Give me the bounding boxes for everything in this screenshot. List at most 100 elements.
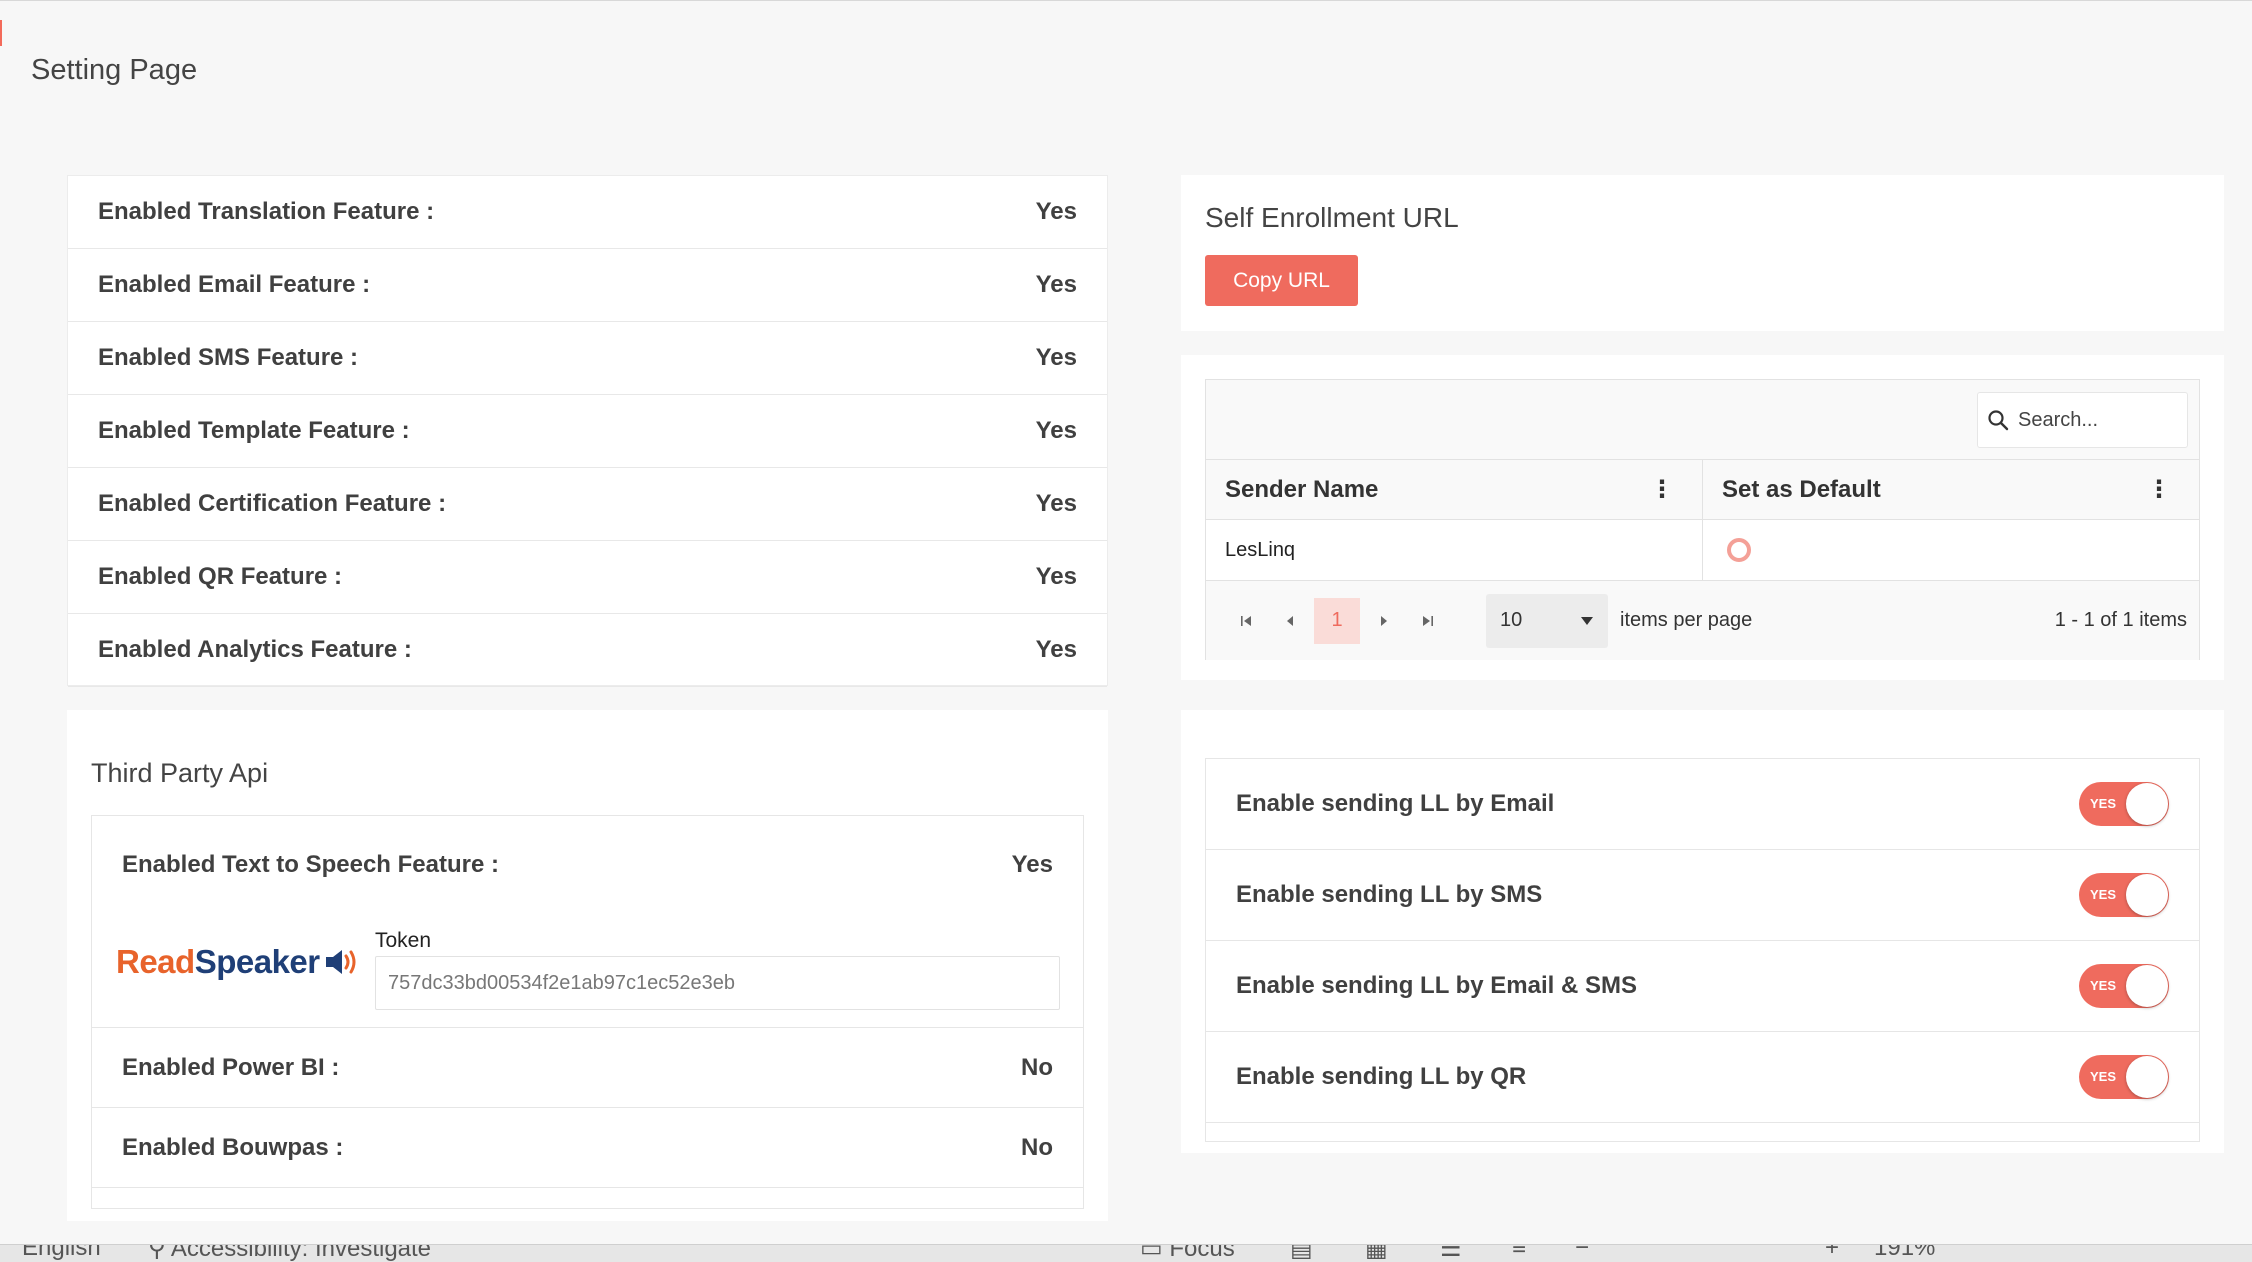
sender-grid: Sender Name ⋮ Set as Default ⋮ LesLinq bbox=[1205, 379, 2200, 660]
search-input[interactable] bbox=[2018, 408, 2178, 432]
first-page-icon[interactable] bbox=[1224, 599, 1268, 643]
last-page-icon[interactable] bbox=[1406, 599, 1450, 643]
tts-label: Enabled Text to Speech Feature : bbox=[122, 851, 499, 878]
feature-row-translation: Enabled Translation Feature : Yes bbox=[68, 176, 1107, 249]
accent-marker bbox=[0, 20, 2, 46]
features-card: Enabled Translation Feature : Yes Enable… bbox=[67, 175, 1108, 687]
bouwpas-row: Enabled Bouwpas : No bbox=[92, 1108, 1083, 1188]
focus-icon: ▭ bbox=[1140, 1244, 1170, 1262]
previous-page-icon[interactable] bbox=[1268, 599, 1312, 643]
third-party-title: Third Party Api bbox=[91, 758, 269, 788]
token-label: Token bbox=[375, 929, 432, 952]
feature-label: Enabled SMS Feature : bbox=[98, 344, 359, 371]
settings-page: Setting Page Enabled Translation Feature… bbox=[0, 0, 2252, 1262]
feature-value: Yes bbox=[1035, 563, 1077, 590]
column-menu-icon[interactable]: ⋮ bbox=[2147, 477, 2171, 502]
power-bi-label: Enabled Power BI : bbox=[122, 1053, 340, 1081]
feature-row-email: Enabled Email Feature : Yes bbox=[68, 249, 1107, 322]
sending-options-card: Enable sending LL by Email YES Enable se… bbox=[1181, 710, 2224, 1153]
status-accessibility[interactable]: ⚲ Accessibility: Investigate bbox=[148, 1244, 431, 1262]
toggle-row-qr: Enable sending LL by QR YES bbox=[1206, 1032, 2199, 1123]
feature-label: Enabled Analytics Feature : bbox=[98, 636, 412, 663]
feature-label: Enabled Translation Feature : bbox=[98, 198, 435, 225]
self-enrollment-title: Self Enrollment URL bbox=[1205, 202, 1459, 233]
page-size-select[interactable]: 10 bbox=[1486, 593, 1608, 648]
search-box bbox=[1977, 392, 2188, 448]
feature-value: Yes bbox=[1035, 344, 1077, 371]
toggle-row-email-sms: Enable sending LL by Email & SMS YES bbox=[1206, 941, 2199, 1032]
feature-value: Yes bbox=[1035, 198, 1077, 225]
bouwpas-value: No bbox=[1021, 1133, 1053, 1161]
third-party-panel: Enabled Text to Speech Feature : Yes Rea… bbox=[91, 815, 1084, 1209]
feature-label: Enabled Template Feature : bbox=[98, 417, 410, 444]
grid-toolbar bbox=[1206, 380, 2199, 460]
status-language[interactable]: English bbox=[22, 1245, 101, 1262]
zoom-out-icon[interactable]: − bbox=[1575, 1245, 1589, 1262]
toggle-label: Enable sending LL by Email bbox=[1236, 790, 1555, 817]
third-party-card: Third Party Api Enabled Text to Speech F… bbox=[67, 710, 1108, 1221]
readspeaker-logo: Read Speaker bbox=[116, 943, 360, 981]
toggle-knob bbox=[2126, 1056, 2168, 1098]
toggle-label: Enable sending LL by Email & SMS bbox=[1236, 972, 1637, 999]
power-bi-row: Enabled Power BI : No bbox=[92, 1028, 1083, 1108]
web-layout-icon[interactable]: ▦ bbox=[1365, 1245, 1388, 1262]
tts-row: Enabled Text to Speech Feature : Yes Rea… bbox=[92, 816, 1083, 1028]
sending-options-panel: Enable sending LL by Email YES Enable se… bbox=[1205, 758, 2200, 1142]
copy-url-button[interactable]: Copy URL bbox=[1205, 255, 1358, 306]
zoom-in-icon[interactable]: + bbox=[1825, 1245, 1839, 1262]
column-header-set-as-default[interactable]: Set as Default ⋮ bbox=[1703, 460, 2199, 519]
page-title: Setting Page bbox=[31, 54, 198, 86]
status-bar: English ⚲ Accessibility: Investigate ▭ F… bbox=[0, 1244, 2252, 1262]
feature-value: Yes bbox=[1035, 490, 1077, 517]
table-row: LesLinq bbox=[1206, 520, 2199, 581]
feature-row-certification: Enabled Certification Feature : Yes bbox=[68, 468, 1107, 541]
column-header-sender-name[interactable]: Sender Name ⋮ bbox=[1206, 460, 1703, 519]
items-per-page-label: items per page bbox=[1620, 609, 1753, 631]
pager-summary: 1 - 1 of 1 items bbox=[2054, 609, 2187, 631]
feature-label: Enabled Email Feature : bbox=[98, 271, 371, 298]
sender-grid-card: Sender Name ⋮ Set as Default ⋮ LesLinq bbox=[1181, 355, 2224, 680]
toggle-knob bbox=[2126, 965, 2168, 1007]
token-input[interactable] bbox=[375, 956, 1060, 1010]
power-bi-value: No bbox=[1021, 1053, 1053, 1081]
search-icon bbox=[1978, 409, 2018, 431]
default-radio[interactable] bbox=[1727, 538, 1751, 562]
grid-header: Sender Name ⋮ Set as Default ⋮ bbox=[1206, 460, 2199, 520]
current-page-button[interactable]: 1 bbox=[1314, 597, 1360, 644]
outline-icon[interactable]: ☰ bbox=[1440, 1245, 1462, 1262]
feature-value: Yes bbox=[1035, 271, 1077, 298]
accessibility-icon: ⚲ bbox=[148, 1244, 171, 1262]
feature-label: Enabled Certification Feature : bbox=[98, 490, 447, 517]
pager: 1 10 items per page 1 - 1 of 1 items bbox=[1206, 581, 2199, 660]
feature-value: Yes bbox=[1035, 636, 1077, 663]
status-focus[interactable]: ▭ Focus bbox=[1140, 1244, 1235, 1262]
feature-row-analytics: Enabled Analytics Feature : Yes bbox=[68, 614, 1107, 687]
feature-row-sms: Enabled SMS Feature : Yes bbox=[68, 322, 1107, 395]
zoom-level[interactable]: 191% bbox=[1874, 1245, 1935, 1262]
set-default-cell bbox=[1703, 520, 2199, 580]
self-enrollment-card: Self Enrollment URL Copy URL bbox=[1181, 175, 2224, 331]
bouwpas-label: Enabled Bouwpas : bbox=[122, 1133, 344, 1161]
speaker-icon bbox=[325, 950, 356, 974]
sms-toggle[interactable]: YES bbox=[2079, 873, 2169, 917]
toggle-row-email: Enable sending LL by Email YES bbox=[1206, 759, 2199, 850]
toggle-label: Enable sending LL by SMS bbox=[1236, 881, 1543, 908]
qr-toggle[interactable]: YES bbox=[2079, 1055, 2169, 1099]
feature-label: Enabled QR Feature : bbox=[98, 563, 343, 590]
top-divider bbox=[0, 0, 2252, 1]
feature-row-template: Enabled Template Feature : Yes bbox=[68, 395, 1107, 468]
feature-row-qr: Enabled QR Feature : Yes bbox=[68, 541, 1107, 614]
draft-icon[interactable]: ≡ bbox=[1512, 1245, 1526, 1262]
chevron-down-icon bbox=[1581, 616, 1593, 625]
print-layout-icon[interactable]: ▤ bbox=[1290, 1245, 1313, 1262]
email-toggle[interactable]: YES bbox=[2079, 782, 2169, 826]
column-menu-icon[interactable]: ⋮ bbox=[1650, 477, 1674, 502]
toggle-knob bbox=[2126, 783, 2168, 825]
feature-value: Yes bbox=[1035, 417, 1077, 444]
toggle-row-sms: Enable sending LL by SMS YES bbox=[1206, 850, 2199, 941]
email-sms-toggle[interactable]: YES bbox=[2079, 964, 2169, 1008]
toggle-knob bbox=[2126, 874, 2168, 916]
next-page-icon[interactable] bbox=[1362, 599, 1406, 643]
page-size-value: 10 bbox=[1500, 609, 1523, 631]
toggle-label: Enable sending LL by QR bbox=[1236, 1063, 1527, 1090]
